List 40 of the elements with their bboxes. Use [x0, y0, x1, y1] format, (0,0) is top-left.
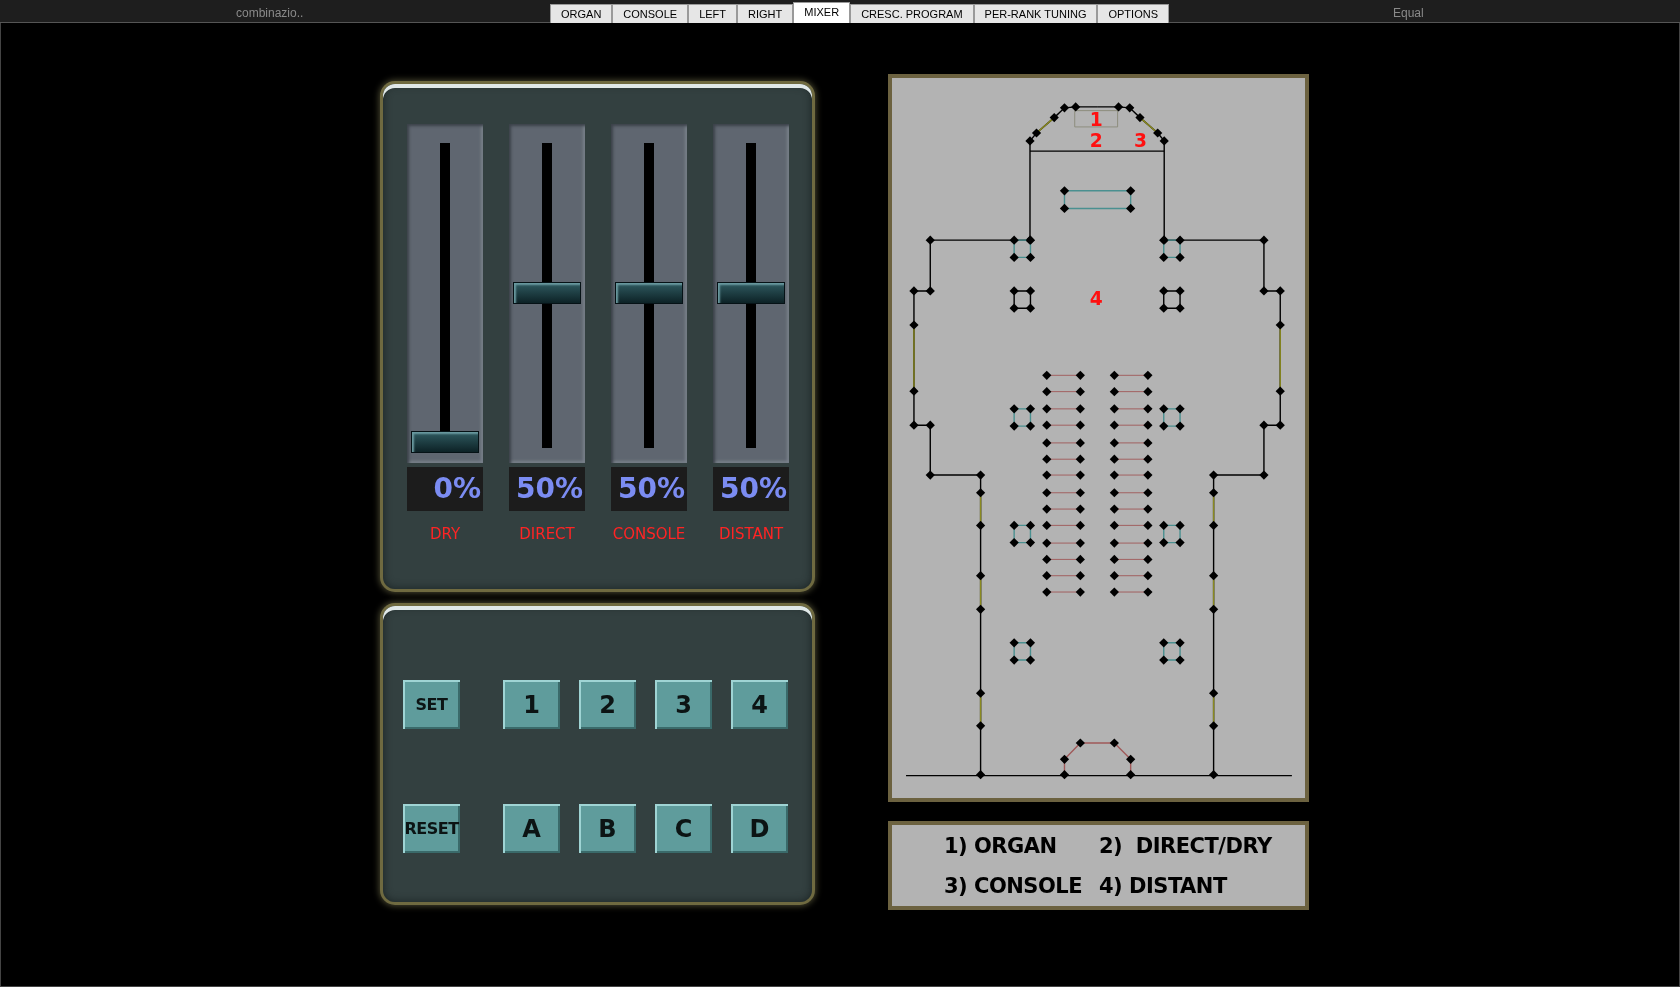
slider-thumb[interactable]: [615, 282, 683, 304]
window-title: combinazio..: [236, 5, 304, 22]
preset-button[interactable]: A: [503, 804, 560, 853]
legend-text: 3) CONSOLE: [944, 872, 1084, 900]
tab[interactable]: ORGAN: [550, 4, 613, 23]
tab[interactable]: MIXER: [793, 2, 851, 23]
channel-label: DISTANT: [718, 524, 784, 545]
position-marker: 4: [1089, 287, 1103, 309]
preset-button[interactable]: 4: [731, 680, 788, 729]
preset-button[interactable]: 1: [503, 680, 560, 729]
legend-text: 2) DIRECT/DRY: [1099, 833, 1273, 860]
action-button[interactable]: SET: [403, 680, 460, 729]
legend-text: 1) ORGAN: [944, 833, 1058, 860]
temperament-label: Equal: [1393, 5, 1424, 22]
position-marker: 1: [1089, 109, 1103, 130]
tab[interactable]: RIGHT: [737, 4, 794, 23]
position-marker: 3: [1133, 129, 1147, 151]
slider-thumb[interactable]: [411, 431, 479, 453]
level-readout: 50%: [713, 467, 789, 511]
preset-button[interactable]: 2: [579, 680, 636, 729]
tab[interactable]: CONSOLE: [612, 4, 689, 23]
level-readout: 50%: [509, 467, 585, 511]
position-marker: 2: [1089, 129, 1103, 151]
channel-label: DIRECT: [519, 524, 575, 545]
tab[interactable]: OPTIONS: [1097, 4, 1169, 23]
tab[interactable]: PER-RANK TUNING: [973, 4, 1098, 23]
slider-thumb[interactable]: [513, 282, 581, 304]
slider-thumb[interactable]: [717, 282, 785, 304]
level-readout: 50%: [611, 467, 687, 511]
preset-button[interactable]: D: [731, 804, 788, 853]
tab[interactable]: LEFT: [688, 4, 738, 23]
channel-label: CONSOLE: [612, 524, 686, 545]
channel-label: DRY: [429, 524, 461, 545]
action-button[interactable]: RESET: [403, 804, 460, 853]
preset-button[interactable]: C: [655, 804, 712, 853]
preset-button[interactable]: 3: [655, 680, 712, 729]
tab[interactable]: CRESC. PROGRAM: [850, 4, 974, 23]
level-readout: 0%: [407, 467, 483, 511]
preset-button[interactable]: B: [579, 804, 636, 853]
legend-text: 4) DISTANT: [1099, 872, 1229, 900]
